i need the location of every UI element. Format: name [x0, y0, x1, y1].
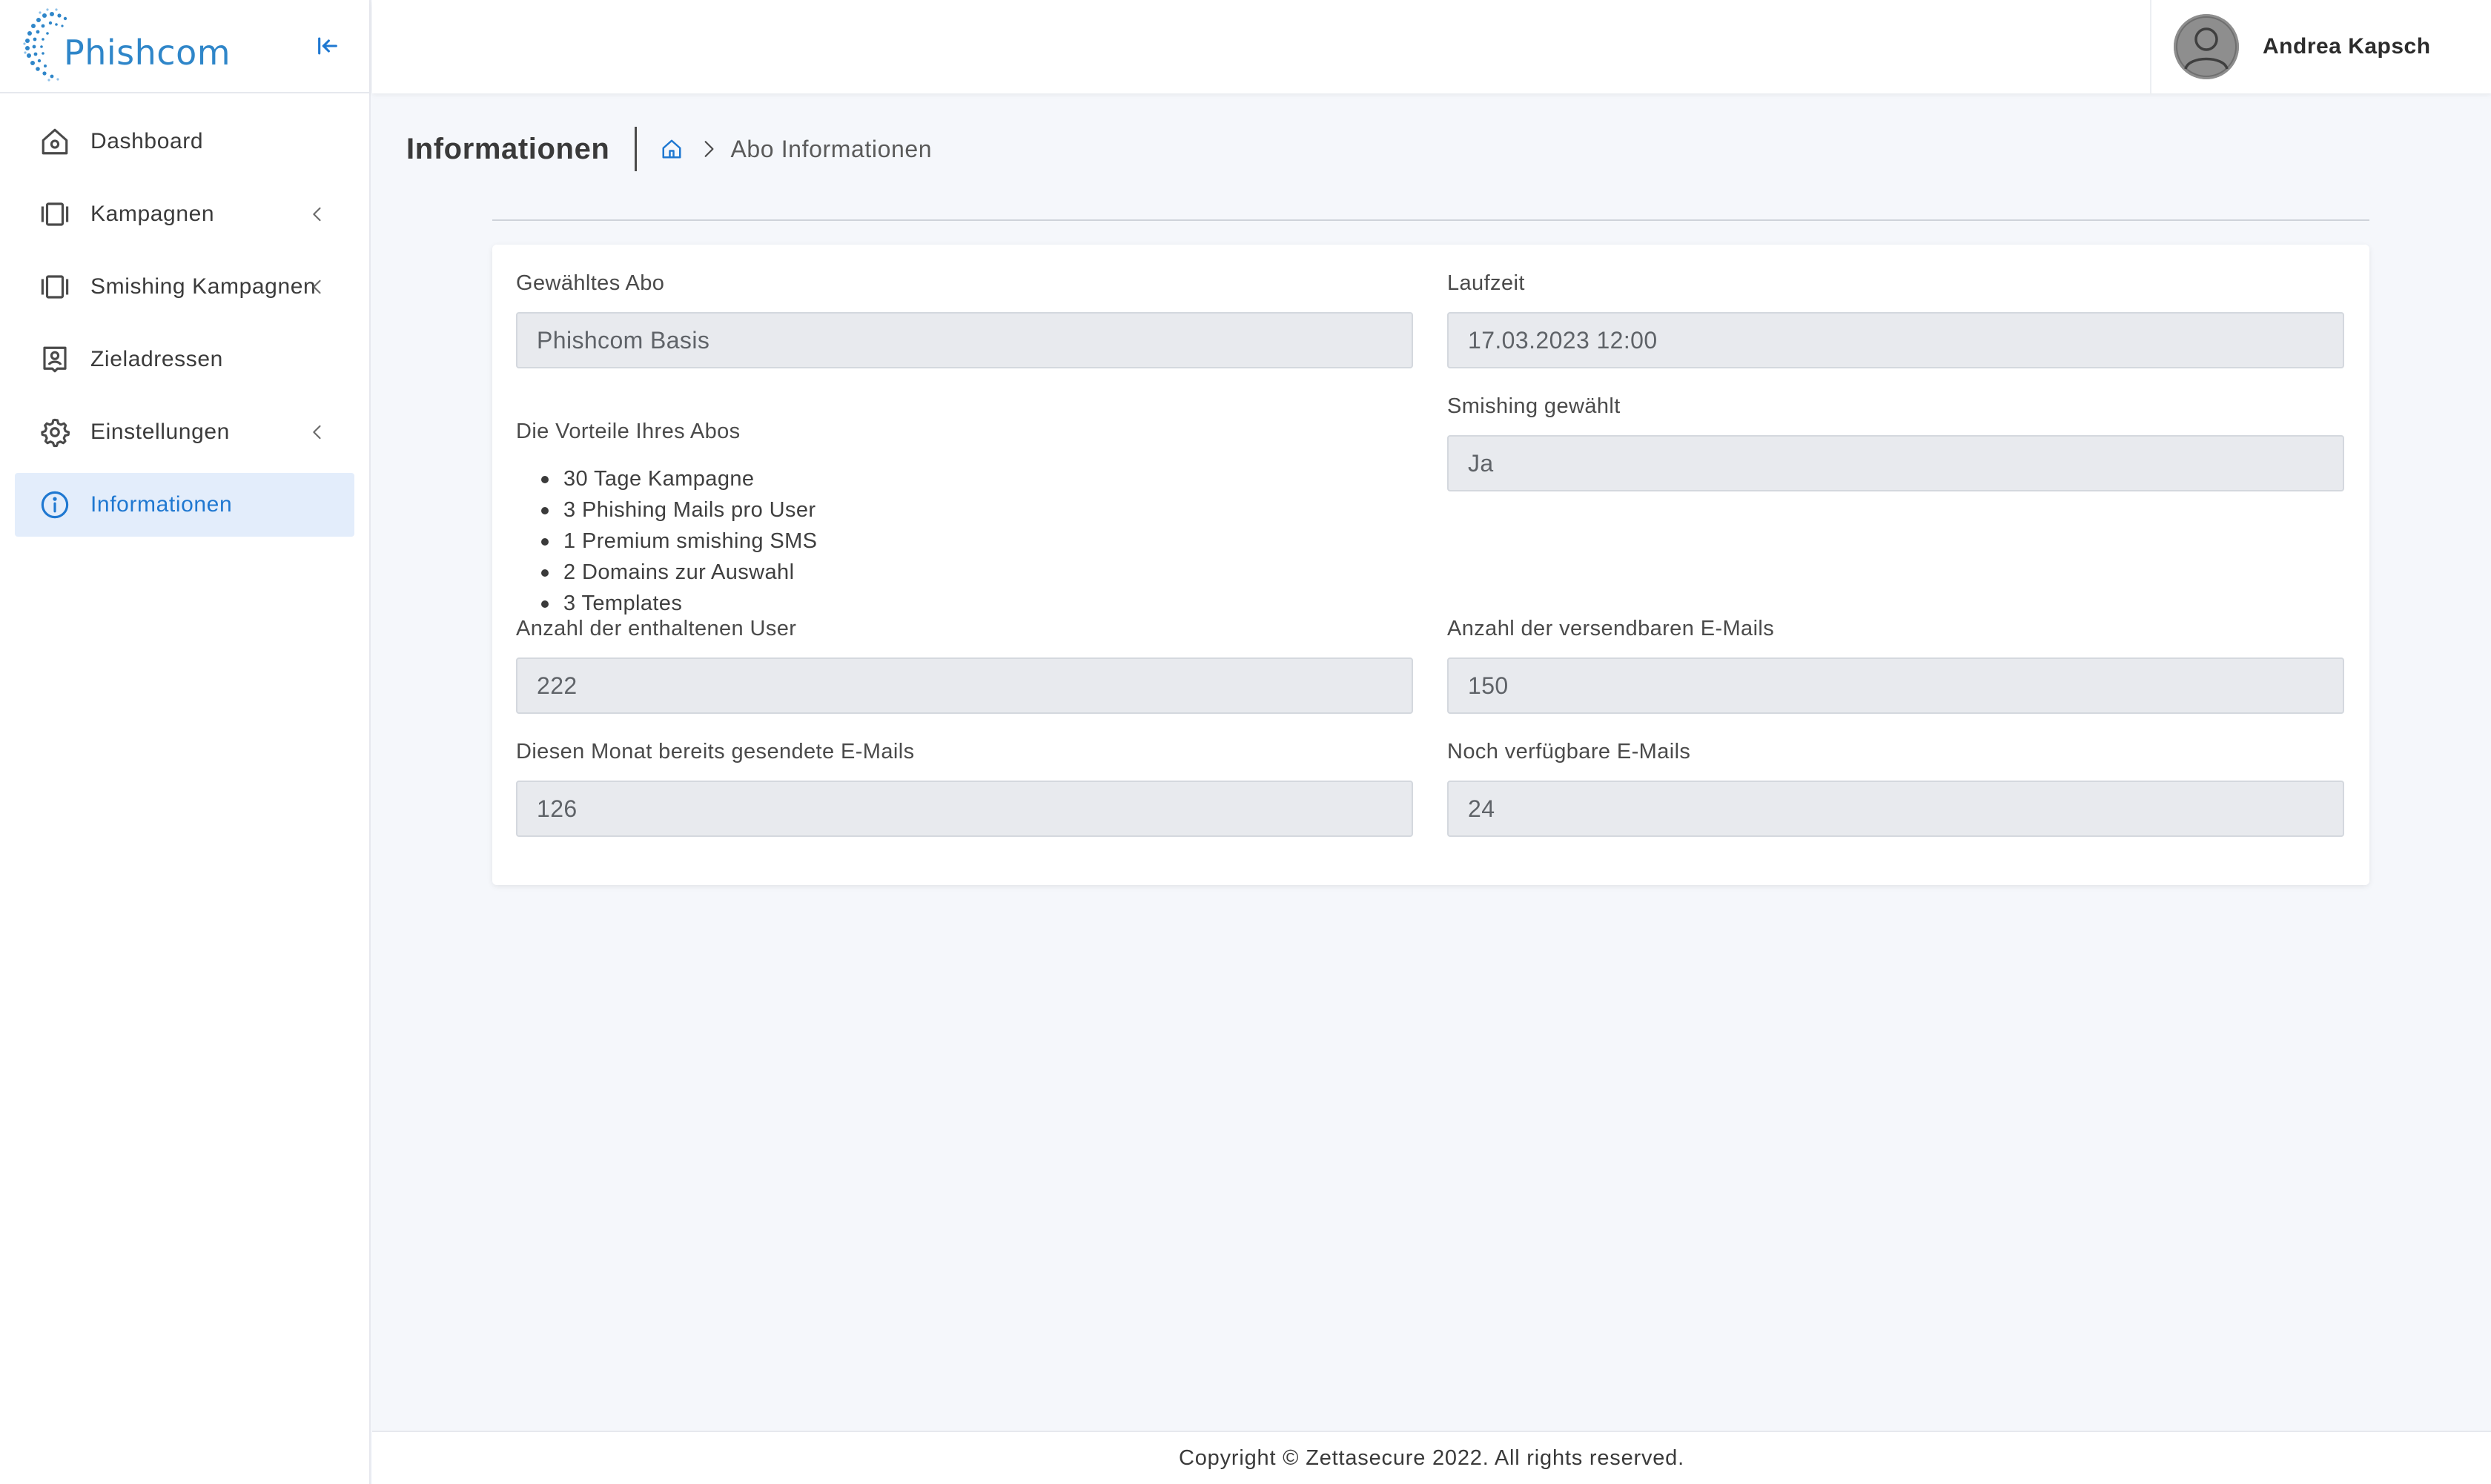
- laufzeit-field-group: Laufzeit 17.03.2023 12:00: [1447, 271, 2344, 368]
- home-icon: [39, 125, 71, 158]
- sidebar-nav: Dashboard Kampagnen Smishing Kampagnen Z…: [0, 93, 369, 537]
- chevron-left-icon: [313, 207, 321, 222]
- list-item: 3 Phishing Mails pro User: [540, 494, 817, 526]
- user-avatar-icon: [2174, 14, 2239, 79]
- available-mails-field-group: Noch verfügbare E-Mails 24: [1447, 740, 2344, 837]
- sidebar-item-label: Zieladressen: [90, 347, 223, 371]
- sidebar-item-zieladressen[interactable]: Zieladressen: [15, 328, 354, 391]
- list-item: 2 Domains zur Auswahl: [540, 557, 817, 588]
- list-item: 30 Tage Kampagne: [540, 463, 817, 494]
- home-icon: [662, 139, 681, 159]
- sidebar-item-label: Informationen: [90, 492, 233, 517]
- user-count-field[interactable]: 222: [516, 657, 1413, 714]
- mail-count-field[interactable]: 150: [1447, 657, 2344, 714]
- sidebar-item-label: Smishing Kampagnen: [90, 274, 317, 299]
- mail-count-label: Anzahl der versendbaren E-Mails: [1447, 617, 1775, 640]
- sidebar-item-label: Dashboard: [90, 129, 204, 153]
- sidebar-item-dashboard[interactable]: Dashboard: [15, 110, 354, 173]
- user-count-label: Anzahl der enthaltenen User: [516, 617, 797, 640]
- chevron-left-icon: [313, 425, 321, 440]
- campaign-icon: [39, 271, 71, 303]
- laufzeit-field[interactable]: 17.03.2023 12:00: [1447, 312, 2344, 368]
- abo-label: Gewähltes Abo: [516, 271, 665, 295]
- chevron-right-icon: [705, 141, 714, 157]
- sidebar-collapse-button[interactable]: [310, 28, 345, 64]
- sidebar-item-kampagnen[interactable]: Kampagnen: [15, 182, 354, 246]
- logo[interactable]: Phishcom: [22, 5, 231, 87]
- benefits-label: Die Vorteile Ihres Abos: [516, 420, 741, 443]
- sent-mails-field-group: Diesen Monat bereits gesendete E-Mails 1…: [516, 740, 1413, 837]
- sidebar-item-smishing-kampagnen[interactable]: Smishing Kampagnen: [15, 255, 354, 319]
- subscription-info-card: Gewähltes Abo Phishcom Basis Laufzeit 17…: [492, 245, 2369, 885]
- sidebar-header: Phishcom: [0, 0, 369, 93]
- brand-name: Phishcom: [64, 33, 231, 73]
- abo-field[interactable]: Phishcom Basis: [516, 312, 1413, 368]
- smishing-field-group: Smishing gewählt Ja: [1447, 394, 2344, 491]
- avatar: [2174, 14, 2239, 79]
- available-mails-label: Noch verfügbare E-Mails: [1447, 740, 1691, 763]
- sidebar-item-label: Einstellungen: [90, 420, 230, 444]
- sidebar-item-label: Kampagnen: [90, 202, 215, 226]
- copyright-text: Copyright © Zettasecure 2022. All rights…: [1179, 1445, 1684, 1470]
- smishing-field[interactable]: Ja: [1447, 435, 2344, 491]
- breadcrumb-current: Abo Informationen: [730, 135, 933, 162]
- mail-count-field-group: Anzahl der versendbaren E-Mails 150: [1447, 617, 2344, 714]
- user-name: Andrea Kapsch: [2263, 34, 2431, 59]
- abo-field-group: Gewähltes Abo Phishcom Basis: [516, 271, 1413, 368]
- topbar: Andrea Kapsch: [372, 0, 2491, 93]
- header-divider: [635, 127, 638, 171]
- chevron-left-icon: [313, 279, 321, 294]
- sidebar: Phishcom Dashboard Kampagnen Smishing Ka…: [0, 0, 371, 1484]
- sidebar-item-einstellungen[interactable]: Einstellungen: [15, 400, 354, 464]
- laufzeit-label: Laufzeit: [1447, 271, 1525, 295]
- footer: Copyright © Zettasecure 2022. All rights…: [372, 1431, 2491, 1484]
- campaign-icon: [39, 198, 71, 231]
- info-icon: [39, 488, 71, 521]
- breadcrumb-home-link[interactable]: [659, 136, 684, 162]
- benefits-section: Die Vorteile Ihres Abos 30 Tage Kampagne…: [516, 420, 817, 619]
- user-count-field-group: Anzahl der enthaltenen User 222: [516, 617, 1413, 714]
- sent-mails-field[interactable]: 126: [516, 781, 1413, 837]
- smishing-label: Smishing gewählt: [1447, 394, 1621, 418]
- list-item: 1 Premium smishing SMS: [540, 526, 817, 557]
- benefits-list: 30 Tage Kampagne 3 Phishing Mails pro Us…: [516, 463, 817, 619]
- gear-icon: [39, 416, 71, 448]
- sent-mails-label: Diesen Monat bereits gesendete E-Mails: [516, 740, 915, 763]
- divider: [492, 219, 2369, 221]
- contact-icon: [39, 343, 71, 376]
- breadcrumb-separator: [698, 136, 720, 162]
- page-title: Informationen: [406, 132, 610, 165]
- page-header: Informationen Abo Informationen: [406, 126, 932, 172]
- sidebar-item-informationen[interactable]: Informationen: [15, 473, 354, 537]
- available-mails-field[interactable]: 24: [1447, 781, 2344, 837]
- user-menu[interactable]: Andrea Kapsch: [2150, 0, 2491, 93]
- list-item: 3 Templates: [540, 588, 817, 619]
- collapse-left-icon: [318, 37, 337, 55]
